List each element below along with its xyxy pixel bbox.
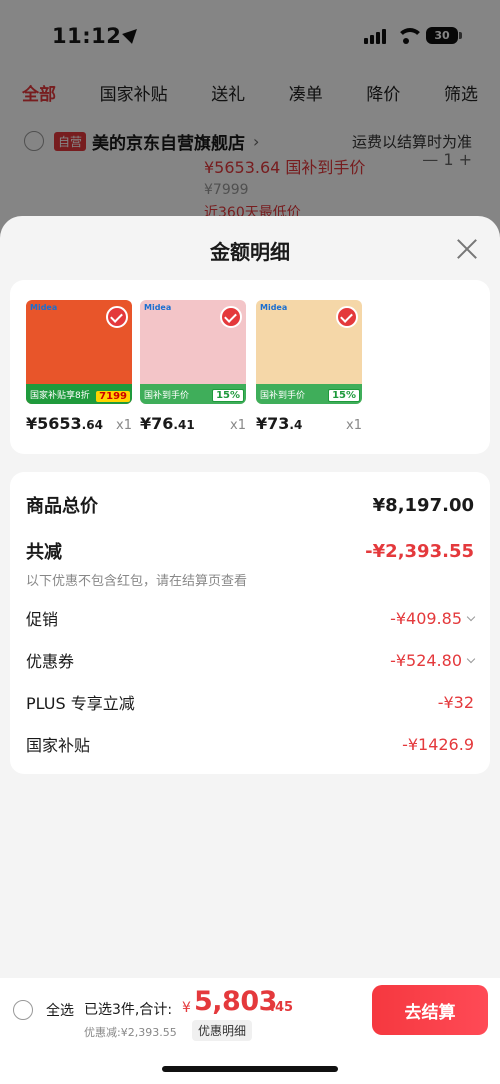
selected-info: 已选3件,合计: (84, 1002, 173, 1018)
promo-value-wrap: -¥409.85 (390, 608, 476, 628)
total-currency: ¥ (182, 1000, 191, 1016)
check-icon (220, 306, 242, 328)
coupon-label: 优惠券 (26, 652, 75, 671)
product-price-dec: .4 (289, 418, 303, 432)
product-item-oven[interactable]: Midea 国家补贴享8折 7199 ¥5653.64 x1 (26, 300, 134, 433)
close-icon[interactable] (456, 238, 478, 260)
product-price-row: ¥76.41 x1 (140, 414, 246, 433)
product-thumbnail: Midea 国补到手价 15% (256, 300, 362, 404)
product-item-blender[interactable]: Midea 国补到手价 15% ¥76.41 x1 (140, 300, 248, 433)
plus-row: PLUS 专享立减 -¥32 (26, 690, 474, 714)
products-card: Midea 国家补贴享8折 7199 ¥5653.64 x1 Midea 国补到… (10, 280, 490, 454)
subsidy-row: 国家补贴 -¥1426.9 (26, 732, 474, 756)
discount-detail-button[interactable]: 优惠明细 (192, 1020, 253, 1041)
product-price: ¥5653.64 (26, 414, 103, 433)
promo-label: 促销 (26, 610, 59, 629)
promo-value: -¥409.85 (390, 608, 462, 628)
select-all-radio[interactable] (13, 1000, 33, 1020)
reduce-value: -¥2,393.55 (365, 540, 474, 562)
plus-value: -¥32 (437, 692, 474, 712)
checkout-button[interactable]: 去结算 (372, 985, 488, 1035)
chevron-down-icon[interactable] (466, 654, 476, 663)
coupon-value-wrap: -¥524.80 (390, 650, 476, 670)
plus-label: PLUS 专享立减 (26, 694, 135, 713)
product-price: ¥73.4 (256, 414, 302, 433)
total-value: ¥8,197.00 (372, 494, 474, 516)
summary-reduce-row: 共减 -¥2,393.55 (26, 538, 474, 564)
brand-label: Midea (30, 303, 58, 312)
summary-card: 商品总价 ¥8,197.00 共减 -¥2,393.55 以下优惠不包含红包，请… (10, 472, 490, 774)
checkout-bar: 全选 已选3件,合计: ¥ 5,803 .45 优惠减:¥2,393.55 优惠… (0, 978, 500, 1084)
dim-overlay[interactable] (0, 0, 500, 240)
product-qty: x1 (230, 418, 246, 433)
brand-label: Midea (260, 303, 288, 312)
amount-detail-sheet: 金额明细 Midea 国家补贴享8折 7199 ¥5653.64 x1 Mide… (0, 216, 500, 1084)
home-indicator (162, 1066, 338, 1072)
sheet-title: 金额明细 (210, 240, 290, 264)
product-item-egg-steamer[interactable]: Midea 国补到手价 15% ¥73.4 x1 (256, 300, 364, 433)
coupon-row[interactable]: 优惠券 -¥524.80 (26, 648, 476, 672)
subsidy-value: -¥1426.9 (402, 734, 474, 754)
chevron-down-icon[interactable] (466, 612, 476, 621)
product-price-int: ¥5653 (26, 414, 82, 433)
coupon-value: -¥524.80 (390, 650, 462, 670)
brand-label: Midea (144, 303, 172, 312)
thumb-price-tag: 7199 (96, 391, 130, 402)
total-amount: 5,803 (194, 986, 277, 1017)
product-price-row: ¥73.4 x1 (256, 414, 362, 433)
product-qty: x1 (346, 418, 362, 433)
product-thumbnail: Midea 国家补贴享8折 7199 (26, 300, 132, 404)
product-price-dec: .41 (173, 418, 195, 432)
check-icon (336, 306, 358, 328)
summary-total-row: 商品总价 ¥8,197.00 (26, 492, 474, 518)
check-icon (106, 306, 128, 328)
promo-row[interactable]: 促销 -¥409.85 (26, 606, 476, 630)
product-qty: x1 (116, 418, 132, 433)
total-label: 商品总价 (26, 496, 98, 517)
subsidy-label: 国家补贴 (26, 736, 91, 755)
reduce-note: 以下优惠不包含红包，请在结算页查看 (26, 574, 248, 589)
select-all-label[interactable]: 全选 (46, 1000, 74, 1020)
product-price-int: ¥73 (256, 414, 290, 433)
product-price: ¥76.41 (140, 414, 195, 433)
thumb-discount-tag: 15% (212, 389, 244, 402)
total-cents: .45 (270, 1000, 294, 1015)
discount-line: 优惠减:¥2,393.55 (84, 1026, 177, 1039)
product-thumbnail: Midea 国补到手价 15% (140, 300, 246, 404)
product-price-row: ¥5653.64 x1 (26, 414, 132, 433)
reduce-label: 共减 (26, 542, 62, 563)
product-price-int: ¥76 (140, 414, 174, 433)
product-price-dec: .64 (81, 418, 103, 432)
thumb-discount-tag: 15% (328, 389, 360, 402)
